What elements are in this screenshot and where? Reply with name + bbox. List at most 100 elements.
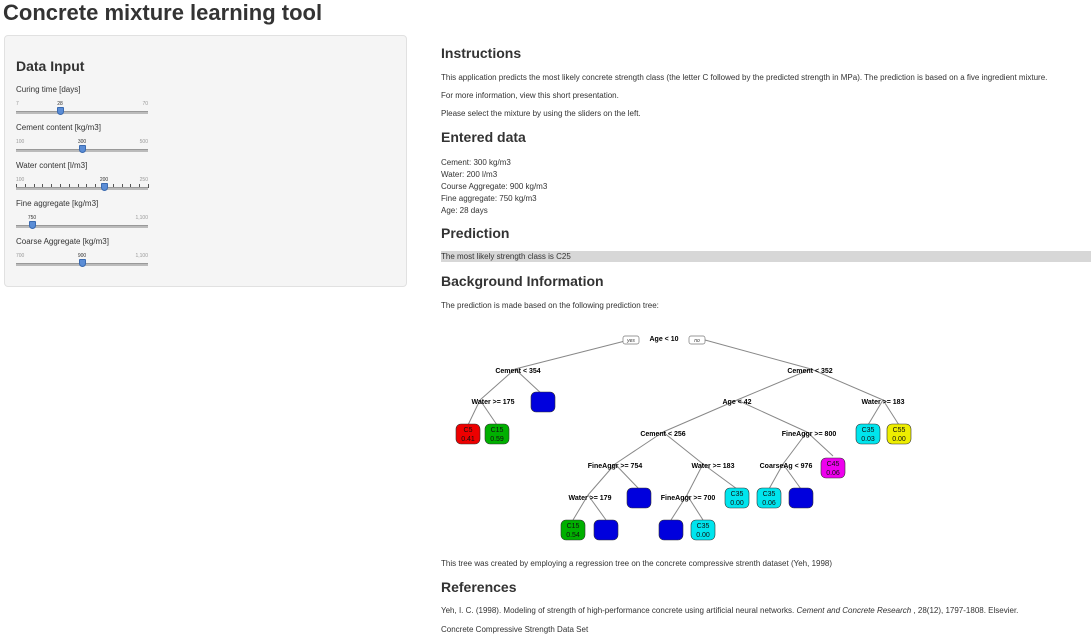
tree-leaf: C35 0.00 [724,487,750,509]
split-label: Water >= 183 [692,463,735,470]
split-label: Age < 42 [723,399,752,406]
slider-track[interactable] [16,187,148,190]
instructions-text: This application predicts the most likel… [441,73,1048,82]
prediction-heading: Prediction [441,225,510,241]
leaf-box [626,487,652,509]
slider-max: 1,100 [135,215,148,221]
leaf-class: C35 [697,523,710,530]
background-heading: Background Information [441,273,604,289]
entered-coarse-aggregate: Course Aggregate: 900 kg/m3 [441,182,548,191]
slider-handle[interactable] [79,259,86,267]
tree-caption: This tree was created by employing a reg… [441,559,833,568]
split-label: FineAggr >= 754 [588,463,643,470]
leaf-class: C35 [862,427,875,434]
tree-leaf [658,519,684,541]
slider-label: Curing time [days] [16,85,81,94]
slider-track[interactable] [16,111,148,114]
leaf-prob: 0.00 [730,500,744,507]
slider-handle[interactable] [29,221,36,229]
leaf-prob: 0.00 [696,532,710,539]
leaf-box [530,391,556,413]
slider-tick [148,184,149,188]
leaf-class: C45 [827,461,840,468]
entered-age: Age: 28 days [441,206,488,215]
tree-leaf [530,391,556,413]
leaf-prob: 0.41 [461,436,475,443]
leaf-prob: 0.59 [490,436,504,443]
leaf-class: C15 [491,427,504,434]
data-input-panel: Data Input Curing time [days] 7 70 28 Ce… [4,35,407,287]
slider-min: 100 [16,177,25,183]
slider-handle[interactable] [79,145,86,153]
leaf-prob: 0.06 [826,470,840,477]
reference-tail: , 28(12), 1797-1808. Elsevier. [913,606,1019,615]
leaf-prob: 0.03 [861,436,875,443]
references-heading: References [441,579,517,595]
tree-leaf: C35 0.03 [855,423,881,445]
sidebar-heading: Data Input [16,58,85,74]
leaf-box [788,487,814,509]
leaf-box [658,519,684,541]
split-label: FineAggr >= 700 [661,495,716,502]
leaf-class: C35 [731,491,744,498]
tree-leaf: C15 0.59 [484,423,510,445]
split-label: Water >= 175 [472,399,515,406]
tree-leaf: C35 0.00 [690,519,716,541]
page-title: Concrete mixture learning tool [3,0,323,25]
split-label: FineAggr >= 800 [782,431,837,438]
reference-entry: Yeh, I. C. (1998). Modeling of strength … [441,606,1018,615]
instructions-heading: Instructions [441,45,522,61]
slider-label: Fine aggregate [kg/m3] [16,199,99,208]
leaf-class: C5 [464,427,473,434]
slider-label: Water content [l/m3] [16,161,88,170]
slider-handle[interactable] [57,107,64,115]
slider-max: 1,100 [135,253,148,259]
split-label: Water >= 179 [569,495,612,502]
leaf-prob: 0.06 [762,500,776,507]
tree-leaf [593,519,619,541]
slider-max: 250 [139,177,148,183]
leaf-class: C15 [567,523,580,530]
tree-leaf: C5 0.41 [455,423,481,445]
yes-label: yes [626,338,635,344]
slider-min: 7 [16,101,19,107]
split-label: CoarseAg < 976 [760,463,813,470]
tree-leaf: C45 0.06 [820,457,846,479]
entered-cement: Cement: 300 kg/m3 [441,158,511,167]
tree-leaf: C55 0.00 [886,423,912,445]
leaf-class: C55 [893,427,906,434]
slider-handle[interactable] [101,183,108,191]
tree-leaf: C15 0.54 [560,519,586,541]
split-label: Age < 10 [650,336,679,343]
dataset-link[interactable]: Concrete Compressive Strength Data Set [441,625,588,634]
leaf-prob: 0.00 [892,436,906,443]
split-label: Cement < 256 [640,431,685,438]
prediction-output: The most likely strength class is C25 [441,251,1091,262]
reference-journal: Cement and Concrete Research [796,606,912,615]
prediction-tree: Age < 10 Cement < 354 Cement < 352 Water… [455,335,912,541]
slider-label: Coarse Aggregate [kg/m3] [16,237,109,246]
entered-data-heading: Entered data [441,129,526,145]
presentation-link[interactable]: For more information, view this short pr… [441,91,619,100]
slider-max: 500 [139,139,148,145]
leaf-prob: 0.54 [566,532,580,539]
split-label: Cement < 352 [787,368,832,375]
tree-leaf: C35 0.06 [756,487,782,509]
slider-label: Cement content [kg/m3] [16,123,101,132]
tree-leaf [626,487,652,509]
slider-max: 70 [142,101,148,107]
leaf-class: C35 [763,491,776,498]
split-label: Water >= 183 [862,399,905,406]
entered-water: Water: 200 l/m3 [441,170,498,179]
leaf-box [593,519,619,541]
split-label: Cement < 354 [495,368,540,375]
select-text: Please select the mixture by using the s… [441,109,641,118]
entered-data: Cement: 300 kg/m3 Water: 200 l/m3 Course… [441,157,547,217]
tree-leaf [788,487,814,509]
reference-text: Yeh, I. C. (1998). Modeling of strength … [441,606,795,615]
background-text: The prediction is made based on the foll… [441,301,659,310]
slider-min: 700 [16,253,25,259]
tree-edges [467,339,900,521]
slider-min: 100 [16,139,25,145]
tree-leaves: C5 0.41 C15 0.59 C35 0.03 C55 0.00 C45 0.06 C35 0.0… [455,391,912,541]
